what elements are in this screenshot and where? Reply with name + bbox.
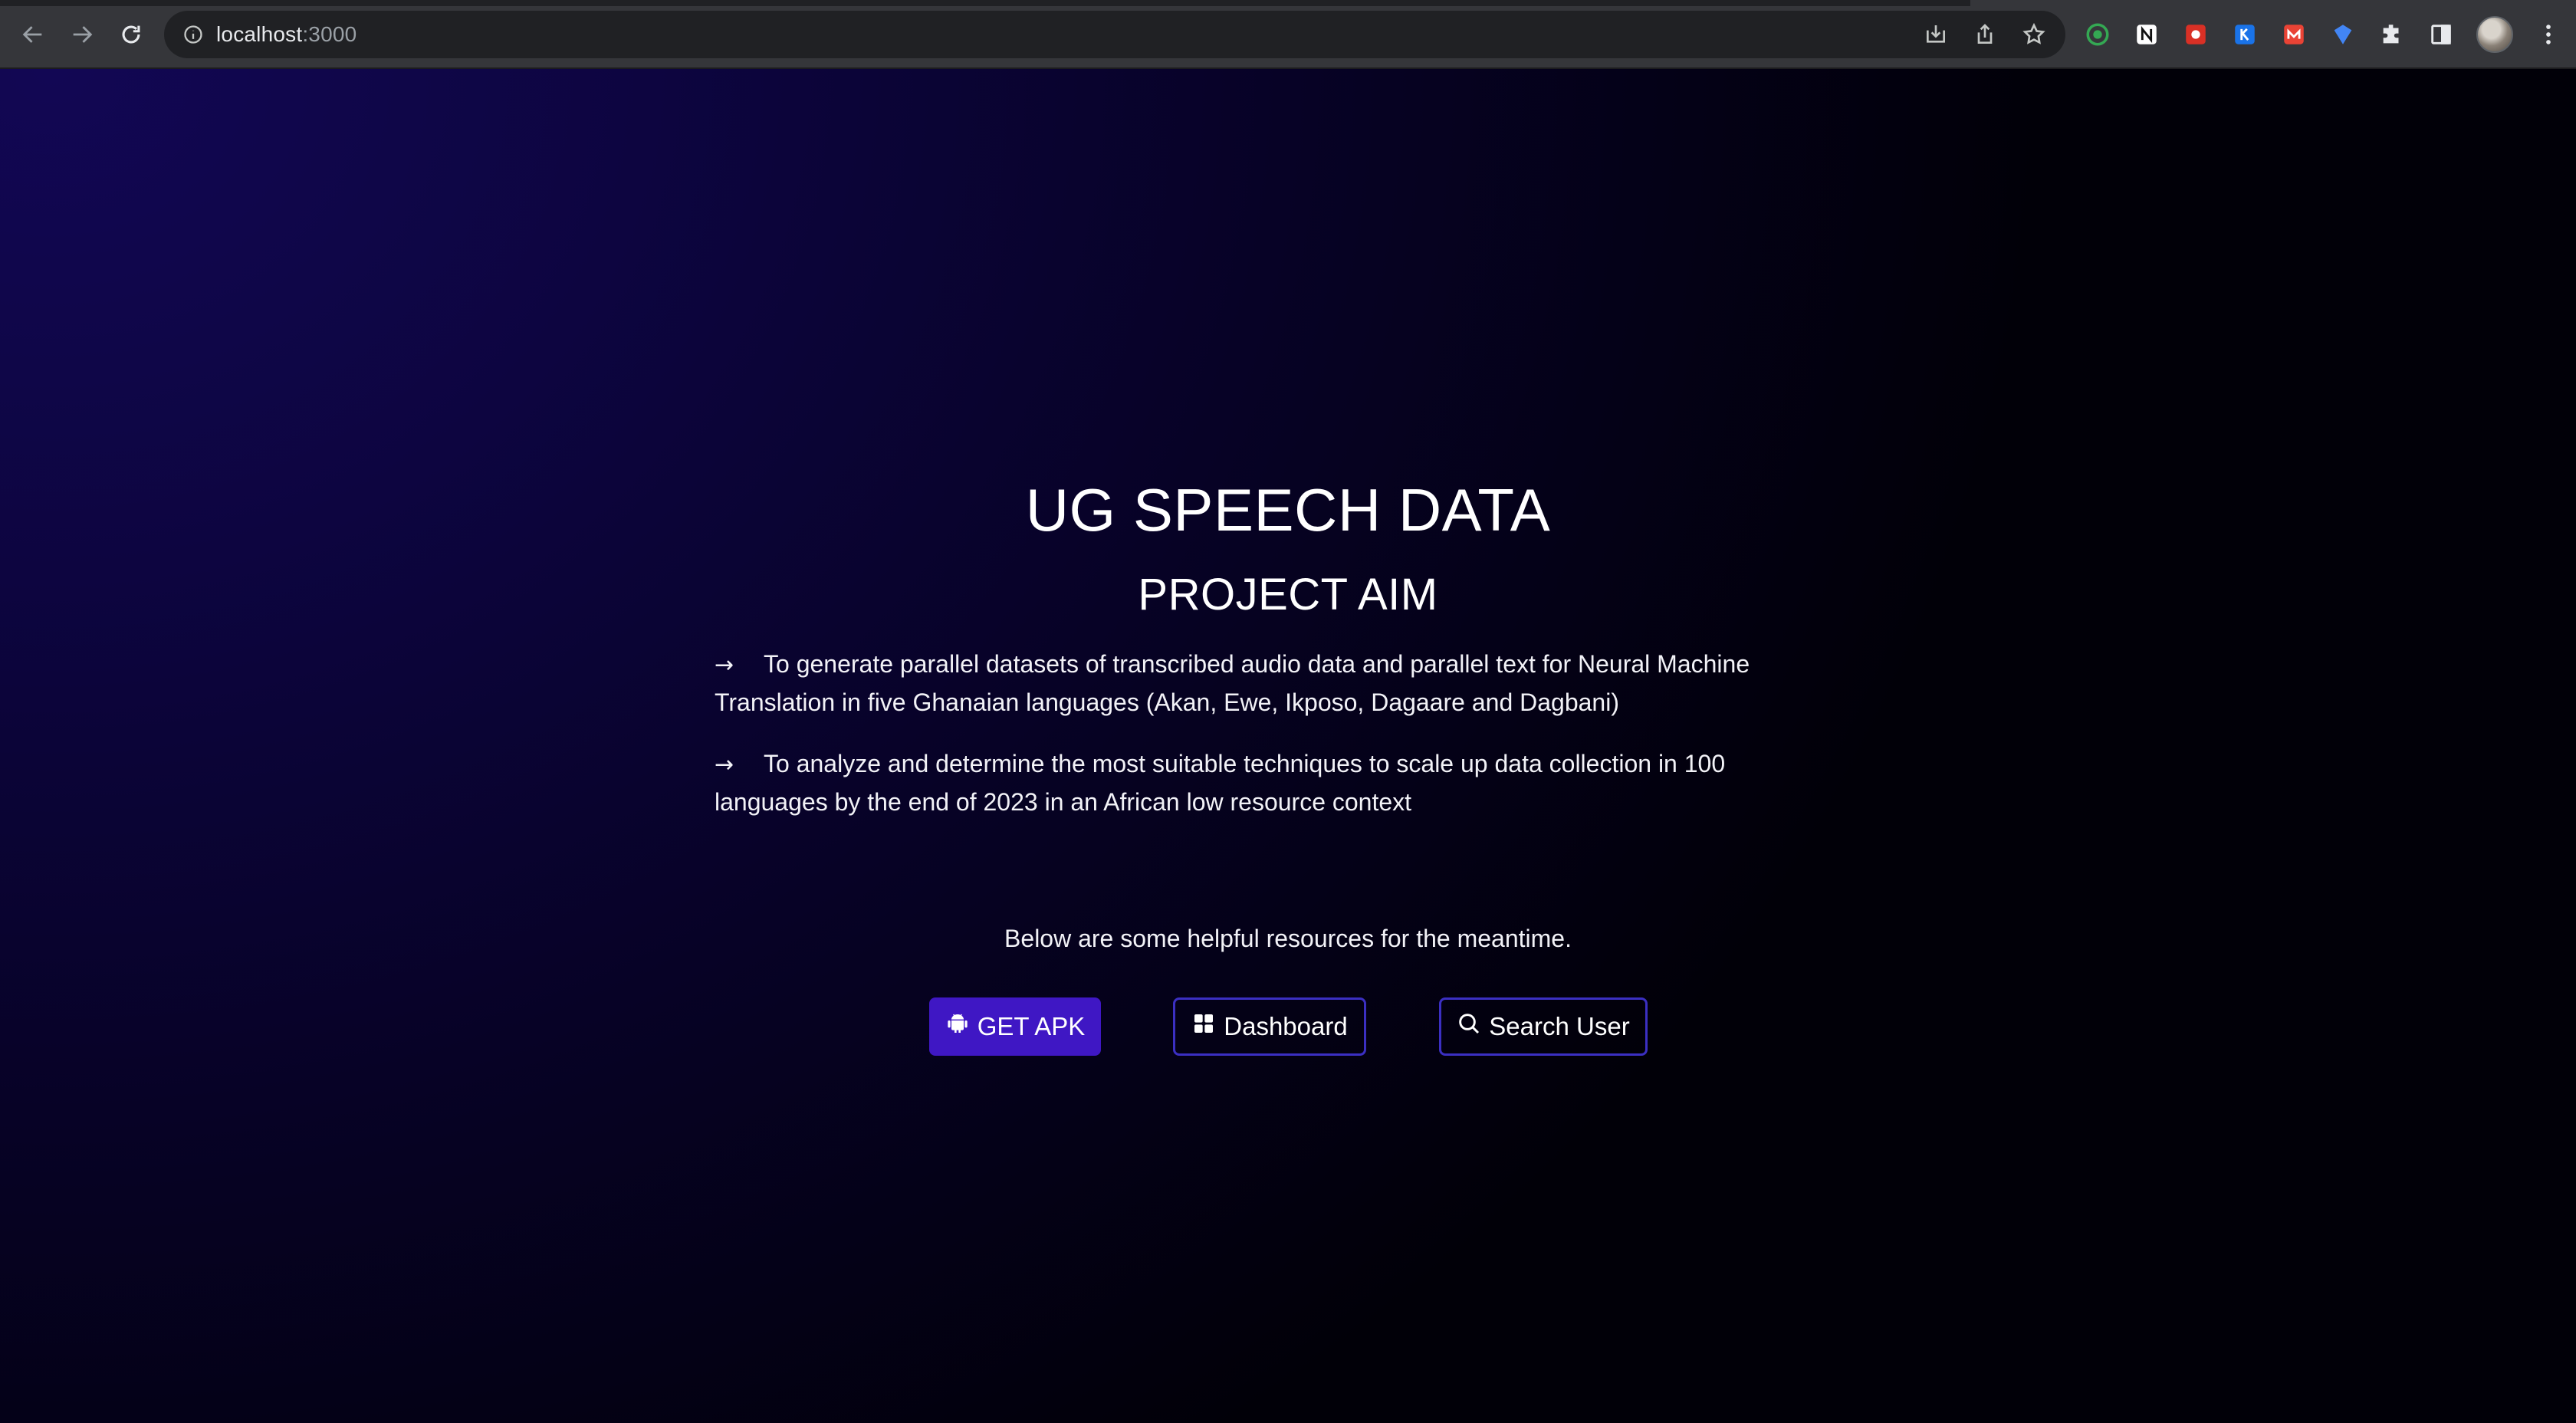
page-content: UG SPEECH DATA PROJECT AIM → To generate … (0, 69, 2576, 1423)
page-title: UG SPEECH DATA (1025, 476, 1551, 544)
tab-strip (0, 0, 1970, 6)
android-icon (945, 1011, 970, 1042)
helper-text: Below are some helpful resources for the… (1004, 925, 1572, 952)
search-icon (1457, 1011, 1481, 1042)
back-arrow-icon[interactable] (15, 17, 51, 52)
blue-shield-extension-icon[interactable] (2329, 21, 2357, 48)
aim-item: → To analyze and determine the most suita… (715, 745, 1819, 820)
forward-arrow-icon[interactable] (64, 17, 100, 52)
red-puzzle-extension-icon[interactable] (2182, 21, 2210, 48)
side-panel-icon[interactable] (2427, 21, 2455, 48)
site-info-icon[interactable] (181, 22, 205, 47)
blue-k-extension-icon[interactable] (2231, 21, 2259, 48)
right-arrow-icon: → (715, 652, 734, 679)
aims-list: → To generate parallel datasets of transc… (715, 646, 1819, 845)
menu-kebab-icon[interactable] (2535, 21, 2562, 48)
address-bar[interactable]: localhost:3000 (164, 11, 2065, 58)
extensions-area (2084, 11, 2562, 58)
get-apk-button[interactable]: GET APK (929, 997, 1101, 1056)
search-user-label: Search User (1489, 1012, 1630, 1040)
get-apk-label: GET APK (977, 1012, 1086, 1040)
bookmark-star-icon[interactable] (2021, 21, 2047, 48)
install-app-icon[interactable] (1923, 21, 1949, 48)
notion-extension-icon[interactable] (2133, 21, 2160, 48)
search-user-button[interactable]: Search User (1439, 997, 1648, 1056)
right-arrow-icon: → (715, 751, 734, 778)
reload-icon[interactable] (113, 17, 149, 52)
red-m-extension-icon[interactable] (2280, 21, 2308, 48)
url-text[interactable]: localhost:3000 (216, 22, 356, 47)
dashboard-button[interactable]: Dashboard (1173, 997, 1366, 1056)
grid-icon (1191, 1011, 1216, 1042)
browser-toolbar: localhost:3000 (0, 0, 2576, 69)
section-subtitle: PROJECT AIM (1138, 570, 1438, 619)
dashboard-label: Dashboard (1224, 1012, 1348, 1040)
circle-extension-icon[interactable] (2084, 21, 2111, 48)
extensions-puzzle-icon[interactable] (2378, 21, 2406, 48)
share-icon[interactable] (1972, 21, 1998, 48)
aim-item: → To generate parallel datasets of transc… (715, 646, 1819, 721)
profile-avatar[interactable] (2476, 16, 2513, 53)
